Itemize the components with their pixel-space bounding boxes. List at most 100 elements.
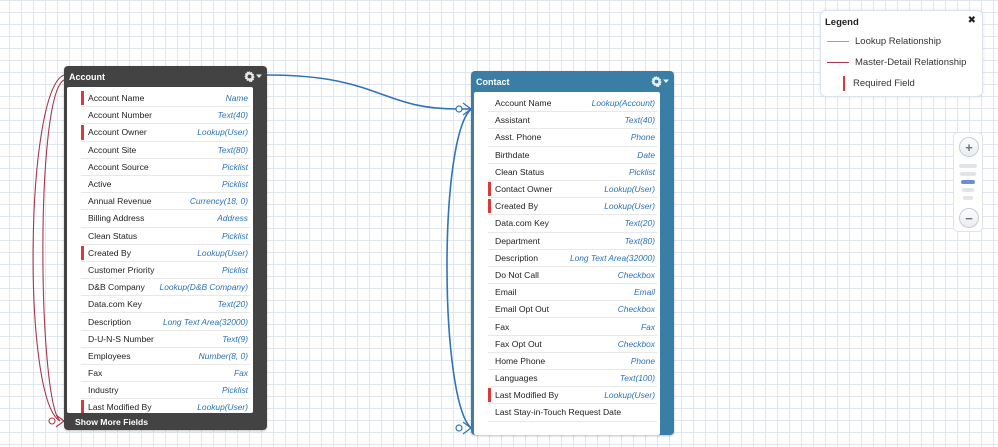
account-field-row[interactable]: Data.com Key Text(20) (81, 296, 250, 314)
contact-field-row[interactable]: Account Name Lookup(Account) (488, 95, 657, 113)
field-type: Text(9) (222, 333, 248, 344)
contact-gear-menu[interactable] (651, 75, 669, 87)
contact-field-row[interactable]: Description Long Text Area(32000) (488, 250, 657, 267)
schema-canvas[interactable]: Account Account Name Name Account Number Te… (0, 0, 998, 447)
field-name: Data.com Key (495, 218, 549, 229)
account-field-row[interactable]: Active Picklist (81, 176, 250, 194)
account-field-row[interactable]: Clean Status Picklist (81, 228, 250, 245)
zoom-in-button[interactable]: + (959, 137, 979, 157)
field-type: Text(80) (624, 235, 655, 246)
field-name: Employees (88, 350, 131, 361)
field-type: Text(40) (217, 110, 248, 121)
account-field-row[interactable]: Annual Revenue Currency(18, 0) (81, 193, 250, 211)
account-field-row[interactable]: Industry Picklist (81, 382, 250, 400)
master-detail-line-account-2[interactable] (42, 79, 65, 422)
account-scrollbar[interactable] (253, 87, 267, 430)
field-name: Created By (495, 201, 538, 212)
zoom-out-button[interactable]: − (959, 208, 979, 228)
contact-field-row[interactable]: Do Not Call Checkbox (488, 267, 657, 285)
contact-field-row[interactable]: Last Modified By Lookup(User) (488, 387, 657, 405)
contact-card-header[interactable]: Contact (471, 71, 674, 91)
account-field-row[interactable]: Account Owner Lookup(User) (81, 124, 250, 142)
zoom-control[interactable]: + − (953, 132, 983, 232)
contact-field-row[interactable]: Assistant Text(40) (488, 112, 657, 130)
field-name: Fax Opt Out (495, 338, 542, 349)
field-type: Long Text Area(32000) (569, 252, 655, 263)
lookup-line-account-contact[interactable] (266, 74, 471, 110)
account-field-row[interactable]: Fax Fax (81, 365, 250, 383)
zoom-level-step[interactable] (960, 172, 976, 176)
account-field-list[interactable]: Account Name Name Account Number Text(40) Ac… (67, 87, 253, 413)
contact-field-row[interactable]: Asst. Phone Phone (488, 129, 657, 147)
field-name: D&B Company (88, 282, 145, 293)
contact-field-row[interactable]: Languages Text(100) (488, 370, 657, 388)
field-name: Last Modified By (495, 390, 559, 401)
required-field-marker (488, 199, 491, 214)
field-name: Industry (88, 385, 119, 396)
account-field-row[interactable]: D-U-N-S Number Text(9) (81, 331, 250, 348)
contact-object-card[interactable]: Contact Account Name Lookup(Account) Assis… (471, 71, 674, 435)
contact-scrollbar[interactable] (660, 92, 674, 435)
field-type: Lookup(D&B Company) (159, 282, 248, 293)
field-type: Picklist (628, 166, 655, 177)
zoom-level-step[interactable] (959, 164, 977, 168)
contact-field-row[interactable]: Birthdate Date (488, 147, 657, 164)
field-name: Languages (495, 373, 538, 384)
account-field-row[interactable]: D&B Company Lookup(D&B Company) (81, 279, 250, 297)
contact-field-row[interactable]: Email Opt Out Checkbox (488, 301, 657, 319)
show-more-label: Show More Fields (75, 416, 149, 427)
account-field-row[interactable]: Account Name Name (81, 90, 250, 108)
field-name: Fax (495, 321, 510, 332)
field-name: Last Stay-in-Touch Request Date (495, 407, 622, 418)
account-card-header[interactable]: Account (64, 66, 267, 86)
contact-field-row[interactable]: Clean Status Picklist (488, 164, 657, 181)
contact-field-row[interactable]: Email Email (488, 284, 657, 302)
required-field-marker (81, 91, 84, 106)
field-name: Email (495, 287, 517, 298)
gear-icon (651, 75, 662, 87)
account-object-card[interactable]: Account Account Name Name Account Number Te… (64, 66, 267, 430)
contact-field-row[interactable]: Department Text(80) (488, 233, 657, 250)
field-name: Description (495, 252, 538, 263)
field-type: Lookup(User) (197, 127, 248, 138)
account-field-row[interactable]: Account Number Text(40) (81, 107, 250, 125)
legend-panel: Legend ✖ Lookup Relationship Master-Deta… (820, 10, 983, 97)
account-card-title: Account (69, 71, 105, 82)
field-name: Department (495, 235, 540, 246)
field-type: Picklist (221, 385, 248, 396)
contact-field-row[interactable]: Fax Fax (488, 318, 657, 336)
contact-field-row[interactable]: Fax Opt Out Checkbox (488, 336, 657, 353)
contact-field-row[interactable]: Home Phone Phone (488, 353, 657, 370)
chevron-down-icon (663, 79, 669, 83)
contact-field-list[interactable]: Account Name Lookup(Account) Assistant Text… (474, 92, 660, 435)
contact-field-row[interactable]: Contact Owner Lookup(User) (488, 181, 657, 199)
account-field-row[interactable]: Last Modified By Lookup(User) (81, 399, 250, 413)
field-type: Lookup(User) (604, 201, 655, 212)
required-field-marker (81, 400, 84, 413)
field-name: Account Number (88, 110, 153, 121)
contact-field-row[interactable]: Data.com Key Text(20) (488, 215, 657, 233)
contact-field-row[interactable]: Created By Lookup(User) (488, 198, 657, 216)
zoom-level-step[interactable] (962, 188, 974, 192)
field-type: Name (225, 93, 248, 104)
account-show-more-button[interactable]: Show More Fields (64, 413, 267, 430)
field-type: Picklist (221, 179, 248, 190)
account-field-row[interactable]: Created By Lookup(User) (81, 245, 250, 262)
zoom-level-step[interactable] (963, 196, 973, 200)
field-type: Address (217, 213, 248, 224)
field-name: Billing Address (88, 213, 145, 224)
close-icon[interactable]: ✖ (968, 15, 976, 26)
account-gear-menu[interactable] (244, 70, 262, 82)
account-field-row[interactable]: Billing Address Address (81, 210, 250, 228)
account-field-row[interactable]: Employees Number(8, 0) (81, 348, 250, 365)
lookup-line-contact-self[interactable] (446, 108, 472, 429)
account-field-row[interactable]: Description Long Text Area(32000) (81, 313, 250, 331)
account-field-row[interactable]: Customer Priority Picklist (81, 262, 250, 280)
account-field-row[interactable]: Account Site Text(80) (81, 142, 250, 159)
zoom-level-step[interactable] (961, 180, 975, 184)
contact-field-row[interactable]: Last Stay-in-Touch Request Date (488, 404, 657, 422)
field-type: Fax (641, 321, 655, 332)
legend-required-row: Required Field (821, 76, 915, 91)
account-field-row[interactable]: Account Source Picklist (81, 159, 250, 176)
field-name: Account Site (88, 144, 137, 155)
